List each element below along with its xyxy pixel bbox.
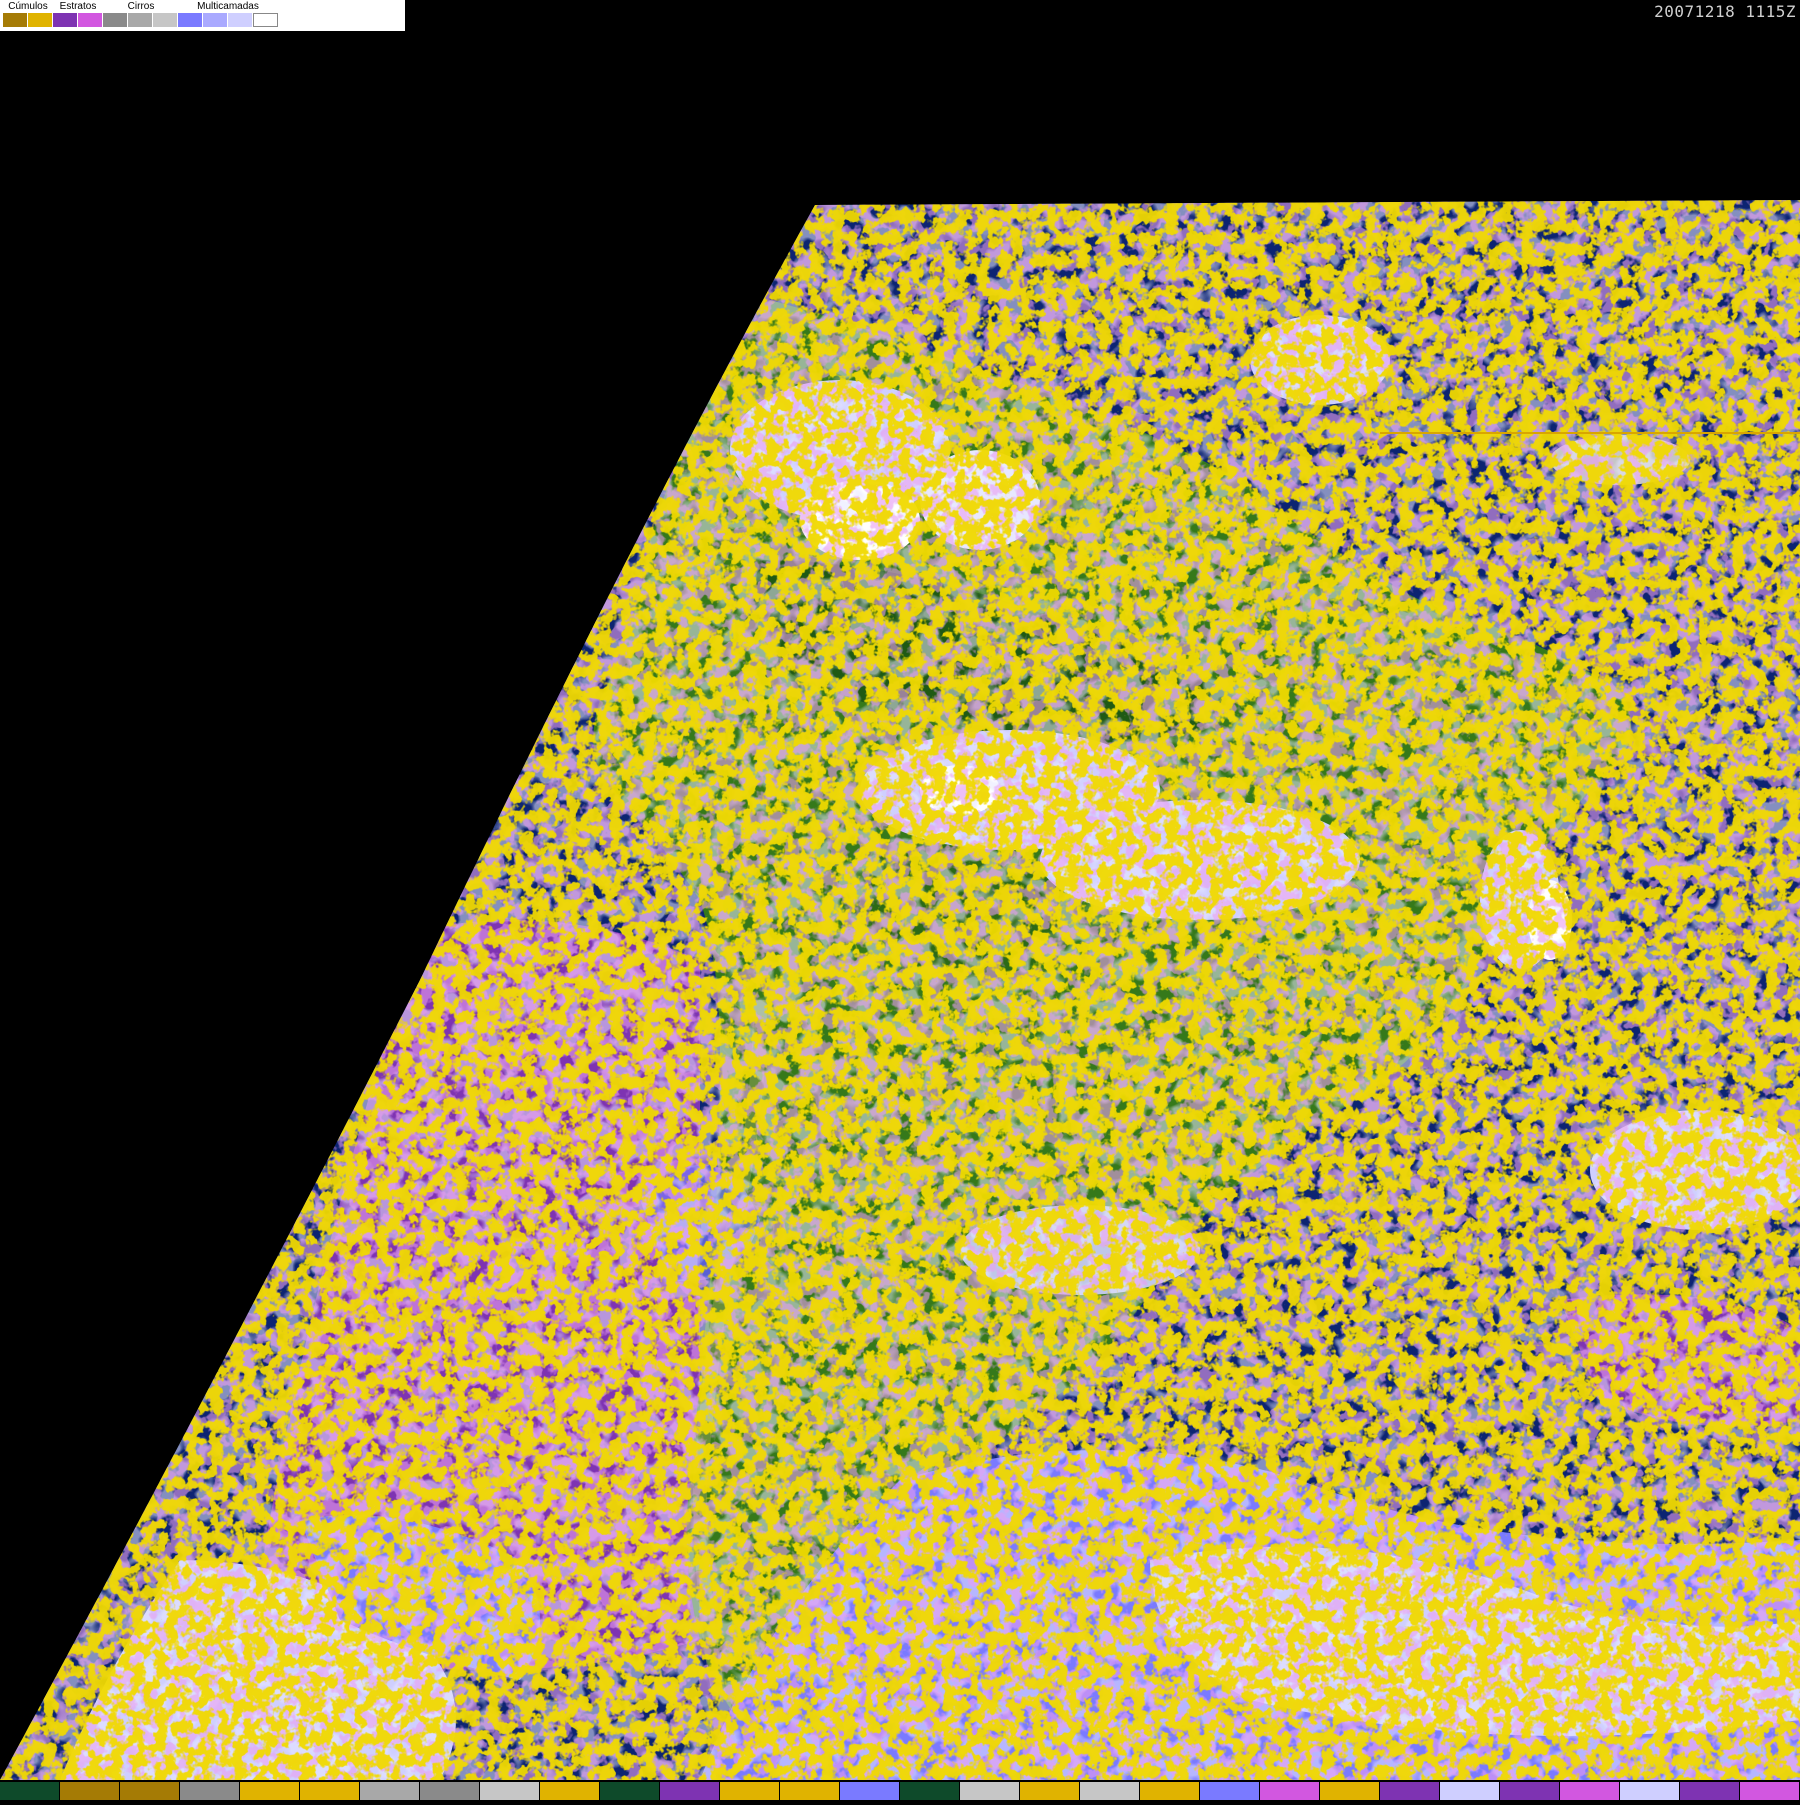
- legend-swatch: [53, 13, 78, 27]
- legend-swatch: [103, 13, 128, 27]
- legend-swatch: [228, 13, 253, 27]
- legend-swatch: [203, 13, 228, 27]
- legend-swatch: [128, 13, 153, 27]
- strip-cell: [1080, 1782, 1140, 1800]
- strip-cell: [60, 1782, 120, 1800]
- legend-swatch: [78, 13, 103, 27]
- earth-disk: [0, 200, 1800, 1780]
- cloud-type-legend: Cúmulos Estratos Cirros Multicamadas: [0, 0, 405, 31]
- satellite-map: [0, 0, 1800, 1800]
- legend-swatch: [178, 13, 203, 27]
- legend-group-label: Cúmulos: [8, 1, 48, 12]
- strip-cell: [1440, 1782, 1500, 1800]
- strip-cell: [240, 1782, 300, 1800]
- strip-cell: [540, 1782, 600, 1800]
- strip-cell: [120, 1782, 180, 1800]
- strip-cell: [1500, 1782, 1560, 1800]
- strip-cell: [300, 1782, 360, 1800]
- strip-cell: [480, 1782, 540, 1800]
- strip-cell: [840, 1782, 900, 1800]
- strip-cell: [660, 1782, 720, 1800]
- strip-cell: [1260, 1782, 1320, 1800]
- cloud-classification-image: [0, 200, 1800, 1780]
- strip-cell: [720, 1782, 780, 1800]
- legend-swatch: [3, 13, 28, 27]
- strip-cell: [1680, 1782, 1740, 1800]
- strip-cell: [1740, 1782, 1800, 1800]
- strip-cell: [1320, 1782, 1380, 1800]
- strip-cell: [600, 1782, 660, 1800]
- legend-group-label: Multicamadas: [197, 1, 259, 12]
- strip-cell: [420, 1782, 480, 1800]
- strip-cell: [1380, 1782, 1440, 1800]
- strip-cell: [360, 1782, 420, 1800]
- legend-swatch: [253, 13, 278, 27]
- strip-cell: [780, 1782, 840, 1800]
- strip-cell: [900, 1782, 960, 1800]
- strip-cell: [1200, 1782, 1260, 1800]
- strip-cell: [1020, 1782, 1080, 1800]
- legend-group-label: Estratos: [59, 1, 97, 12]
- strip-cell: [1560, 1782, 1620, 1800]
- strip-cell: [1620, 1782, 1680, 1800]
- strip-cell: [1140, 1782, 1200, 1800]
- legend-group-label: Cirros: [127, 1, 155, 12]
- legend-swatch: [153, 13, 178, 27]
- cumulus-texture: [0, 200, 1800, 1780]
- strip-cell: [180, 1782, 240, 1800]
- strip-cell: [0, 1782, 60, 1800]
- image-timestamp: 20071218 1115Z: [1654, 2, 1796, 21]
- legend-swatch: [28, 13, 53, 27]
- strip-cell: [960, 1782, 1020, 1800]
- bottom-color-strip: [0, 1782, 1800, 1800]
